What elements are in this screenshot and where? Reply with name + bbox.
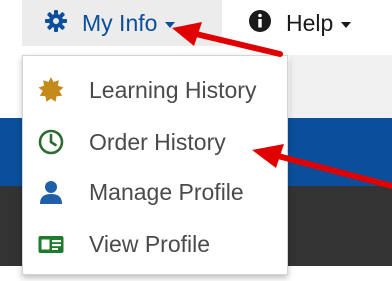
- badge-icon: [37, 76, 65, 104]
- menu-item-manage-profile[interactable]: Manage Profile: [23, 166, 287, 218]
- my-info-label: My Info: [82, 9, 158, 36]
- user-icon: [37, 178, 65, 206]
- my-info-menu-button[interactable]: My Info: [22, 0, 222, 46]
- help-menu-button[interactable]: Help: [248, 0, 352, 46]
- chevron-down-icon: [341, 21, 352, 28]
- clock-icon: [37, 128, 65, 156]
- help-label: Help: [286, 9, 334, 36]
- page-background-panel: [290, 55, 392, 118]
- my-info-dropdown: Learning History Order History Manage Pr…: [22, 55, 288, 275]
- menu-item-learning-history[interactable]: Learning History: [23, 64, 287, 116]
- chevron-down-icon: [165, 21, 176, 28]
- info-circle-icon: [248, 9, 272, 38]
- gear-icon: [44, 9, 68, 38]
- menu-item-label: View Profile: [89, 230, 211, 257]
- menu-item-label: Learning History: [89, 76, 257, 103]
- id-card-icon: [37, 230, 65, 258]
- menu-item-label: Order History: [89, 128, 226, 155]
- menu-item-order-history[interactable]: Order History: [23, 116, 287, 168]
- menu-item-label: Manage Profile: [89, 178, 244, 205]
- top-navbar: My Info Help: [0, 0, 392, 50]
- menu-item-view-profile[interactable]: View Profile: [23, 218, 287, 270]
